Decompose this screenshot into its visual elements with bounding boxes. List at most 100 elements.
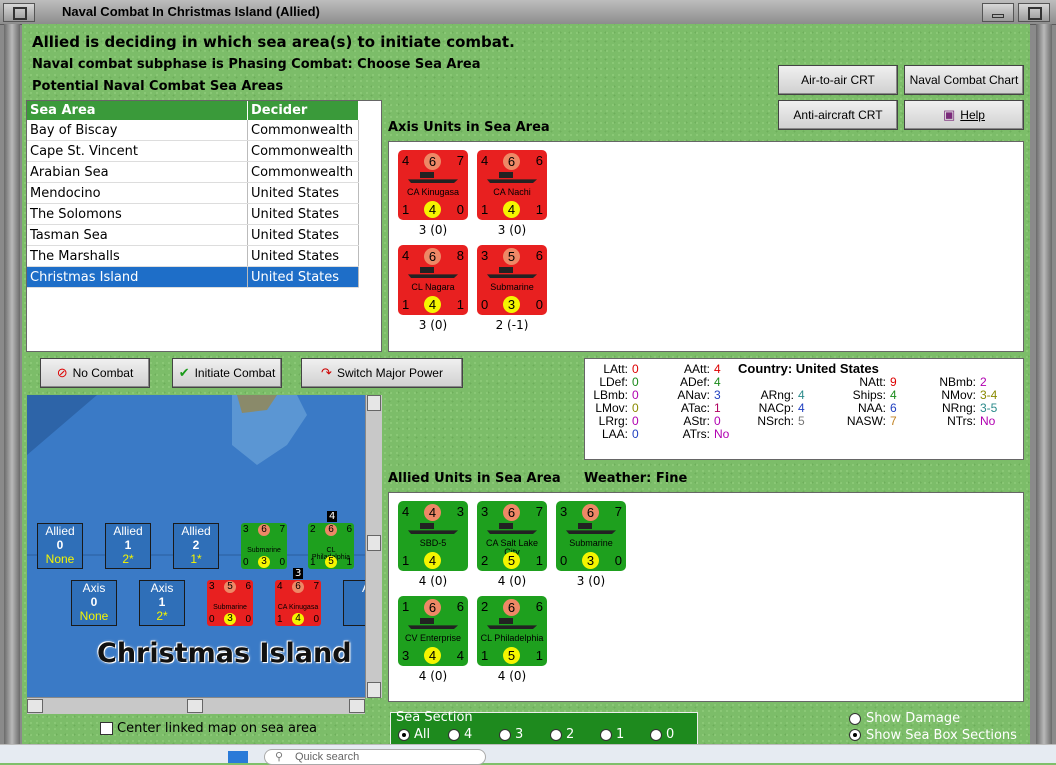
- unit-counter[interactable]: 4 6 8 CL Nagara 1 4 1: [398, 245, 468, 315]
- scroll-up-button[interactable]: [367, 395, 381, 411]
- unit-counter[interactable]: 367CA Salt Lake City251: [477, 501, 547, 571]
- minimize-button[interactable]: [982, 3, 1014, 22]
- unit-counter[interactable]: 3 6 7 Submarine 0 3 0: [556, 501, 626, 571]
- scroll-thumb[interactable]: [367, 535, 381, 551]
- sea-area-map[interactable]: Allied 0 None Allied 1 2* Allied 2 1* Axis 0 None Ax…: [27, 395, 365, 698]
- stat-label: NRng:: [941, 401, 976, 415]
- counter-top-left: 4: [402, 248, 410, 263]
- map-vertical-scrollbar[interactable]: [365, 395, 382, 698]
- sea-area-table: Sea Area Decider Bay of Biscay Commonwealt…: [27, 101, 359, 288]
- allied-box[interactable]: Allied 0 None: [37, 523, 83, 569]
- ship-icon-tower: [499, 523, 513, 529]
- counter-top-circle: 6: [582, 504, 599, 521]
- sea-section-radio[interactable]: [398, 729, 410, 741]
- switch-major-power-button[interactable]: ↷ Switch Major Power: [301, 358, 463, 388]
- counter-bottom-right: 0: [456, 202, 464, 217]
- show-sections-radio[interactable]: [849, 729, 861, 741]
- initiate-combat-button[interactable]: ✔ Initiate Combat: [172, 358, 282, 388]
- stat-label: LDef:: [599, 375, 628, 389]
- counter-bottom-left: 1: [402, 553, 410, 568]
- sea-section-radio[interactable]: [600, 729, 612, 741]
- center-map-checkbox[interactable]: [100, 722, 113, 735]
- scroll-thumb-h[interactable]: [187, 699, 203, 713]
- sea-section-option: 0: [666, 727, 675, 742]
- start-icon[interactable]: [228, 751, 248, 763]
- map-horizontal-scrollbar[interactable]: [27, 697, 365, 714]
- axis-box[interactable]: Axis 1 2*: [139, 580, 185, 626]
- scroll-left-button[interactable]: [27, 699, 43, 713]
- stat-label: AStr:: [683, 414, 710, 428]
- ship-icon-tower: [499, 267, 513, 273]
- counter-strength: 3 (0): [576, 574, 606, 588]
- sea-section-label: Sea Section: [396, 710, 473, 725]
- axis-box[interactable]: A: [343, 580, 365, 626]
- table-row[interactable]: Mendocino United States: [27, 182, 359, 204]
- mini-bottom-left: 1: [310, 557, 316, 568]
- unit-counter[interactable]: 4 6 6 CA Nachi 1 4 1: [477, 150, 547, 220]
- no-entry-icon: ⊘: [56, 365, 68, 380]
- taskbar-search[interactable]: ⚲ Quick search: [264, 749, 486, 765]
- axis-box[interactable]: Axis 0 None: [71, 580, 117, 626]
- naval-combat-chart-button[interactable]: Naval Combat Chart: [904, 65, 1024, 95]
- system-menu-button[interactable]: [3, 3, 35, 22]
- sea-section-radio[interactable]: [499, 729, 511, 741]
- stat-value: 7: [890, 414, 897, 428]
- counter-name: Submarine: [490, 282, 534, 292]
- stat-label: LBmb:: [593, 388, 628, 402]
- counter-top-right: 6: [535, 248, 543, 263]
- table-row[interactable]: Arabian Sea Commonwealth: [27, 161, 359, 183]
- table-row[interactable]: Cape St. Vincent Commonwealth: [27, 140, 359, 162]
- initiate-combat-label: Initiate Combat: [194, 366, 276, 380]
- taskbar: ⚲ Quick search: [0, 744, 1056, 765]
- map-unit-counter[interactable]: 3 6 7 Submarine 0 3 0: [241, 523, 287, 569]
- allied-box[interactable]: Allied 1 2*: [105, 523, 151, 569]
- scroll-down-button[interactable]: [367, 682, 381, 698]
- counter-bottom-right: 1: [535, 202, 543, 217]
- country-label: Country: United States: [738, 361, 879, 376]
- mini-bottom-left: 0: [243, 557, 249, 568]
- table-row[interactable]: Tasman Sea United States: [27, 224, 359, 246]
- counter-bottom-circle: 4: [424, 201, 441, 218]
- show-damage-radio[interactable]: [849, 713, 861, 725]
- unit-counter[interactable]: 4 6 7 CA Kinugasa 1 4 0: [398, 150, 468, 220]
- map-unit-counter[interactable]: 266CL Philadelphia151: [308, 523, 354, 569]
- map-sea-area-name: Christmas Island: [97, 638, 352, 669]
- stat-value: 3-5: [980, 401, 998, 415]
- no-combat-button[interactable]: ⊘ No Combat: [40, 358, 150, 388]
- maximize-button[interactable]: [1018, 3, 1050, 22]
- table-row-selected[interactable]: Christmas Island United States: [27, 266, 359, 288]
- table-row[interactable]: The Marshalls United States: [27, 245, 359, 267]
- counter-top-left: 1: [402, 599, 410, 614]
- anti-aircraft-crt-button[interactable]: Anti-aircraft CRT: [778, 100, 898, 130]
- stat-label: ARng:: [760, 388, 794, 402]
- counter-strength: 3 (0): [418, 318, 448, 332]
- show-damage-label: Show Damage: [866, 711, 961, 726]
- air-to-air-crt-button[interactable]: Air-to-air CRT: [778, 65, 898, 95]
- unit-counter[interactable]: 3 5 6 Submarine 0 3 0: [477, 245, 547, 315]
- sea-section-radio[interactable]: [650, 729, 662, 741]
- counter-top-left: 2: [481, 599, 489, 614]
- sea-section-radio[interactable]: [448, 729, 460, 741]
- box-number: 1: [124, 538, 132, 552]
- stat-value: 3: [714, 388, 721, 402]
- map-unit-counter[interactable]: 3 5 6 Submarine 0 3 0: [207, 580, 253, 626]
- scroll-right-button[interactable]: [349, 699, 365, 713]
- table-row[interactable]: Bay of Biscay Commonwealth: [27, 120, 359, 141]
- stat-value: 6: [890, 401, 897, 415]
- sea-section-radio[interactable]: [550, 729, 562, 741]
- unit-counter[interactable]: 2 6 6 CL Philadelphia 1 5 1: [477, 596, 547, 666]
- stat-label: NBmb:: [939, 375, 976, 389]
- map-unit-counter[interactable]: 4 6 7 CA Kinugasa 1 4 0: [275, 580, 321, 626]
- counter-top-circle: 6: [424, 248, 441, 265]
- mini-bottom-circle: 5: [325, 556, 337, 568]
- mini-top-circle: 6: [258, 524, 270, 536]
- mini-bottom-right: 0: [245, 614, 251, 625]
- allied-box[interactable]: Allied 2 1*: [173, 523, 219, 569]
- mini-top-circle: 6: [292, 581, 304, 593]
- table-row[interactable]: The Solomons United States: [27, 203, 359, 225]
- unit-counter[interactable]: 4 4 3 SBD-5 1 4: [398, 501, 468, 571]
- help-button[interactable]: ▣ Help: [904, 100, 1024, 130]
- counter-strength: 4 (0): [497, 669, 527, 683]
- weather-label: Weather: Fine: [584, 471, 688, 486]
- unit-counter[interactable]: 1 6 6 CV Enterprise 3 4 4: [398, 596, 468, 666]
